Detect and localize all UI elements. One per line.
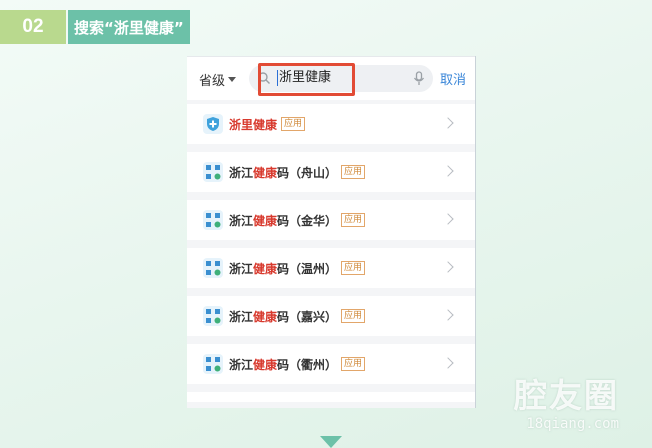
chevron-right-icon <box>442 213 454 225</box>
result-row[interactable]: 浙江 健康 码（金华） 应用 <box>187 200 475 240</box>
result-label: 浙江 健康 码（温州） 应用 <box>229 260 366 277</box>
app-tag: 应用 <box>341 309 366 323</box>
watermark: 腔友圈 18qiang.com <box>514 376 619 432</box>
result-label: 浙江 健康 码（嘉兴） 应用 <box>229 308 366 325</box>
province-selector[interactable]: 省级 <box>199 70 237 89</box>
result-row[interactable]: 浙江 健康 码（嘉兴） 应用 <box>187 296 475 336</box>
result-row[interactable]: 浙江 健康 码（舟山） 应用 <box>187 152 475 192</box>
caret-down-icon <box>228 77 237 82</box>
result-row[interactable]: 浙江 健康 码（衢州） 应用 <box>187 344 475 384</box>
shield-plus-icon <box>203 114 223 134</box>
chevron-right-icon <box>442 165 454 177</box>
result-label: 浙江 健康 码（金华） 应用 <box>229 212 366 229</box>
step-number: 02 <box>0 10 66 44</box>
qr-code-icon <box>203 306 223 326</box>
match-highlight: 健康 <box>253 165 278 180</box>
step-title: 搜索“浙里健康” <box>68 10 190 44</box>
chevron-right-icon <box>442 117 454 129</box>
chevron-right-icon <box>442 357 454 369</box>
watermark-logo-text: 腔友圈 <box>514 376 619 415</box>
qr-code-icon <box>203 258 223 278</box>
annotation-highlight-box <box>258 63 355 96</box>
qr-code-icon <box>203 162 223 182</box>
result-row[interactable]: 浙江 健康 码（温州） 应用 <box>187 248 475 288</box>
phone-screenshot: 省级 浙里健康 取消 浙里健康 应用 浙江 健康 码（舟山） 应用 浙江 健康 … <box>187 56 476 408</box>
app-tag: 应用 <box>341 213 366 227</box>
result-label: 浙江 健康 码（舟山） 应用 <box>229 164 366 181</box>
step-header: 02 搜索“浙里健康” <box>0 10 190 44</box>
match-highlight: 健康 <box>253 309 278 324</box>
microphone-icon[interactable] <box>413 71 425 86</box>
app-tag: 应用 <box>341 261 366 275</box>
app-tag: 应用 <box>281 117 306 131</box>
result-label: 浙江 健康 码（衢州） 应用 <box>229 356 366 373</box>
watermark-url: 18qiang.com <box>526 416 619 432</box>
qr-code-icon <box>203 210 223 230</box>
app-tag: 应用 <box>341 357 366 371</box>
match-highlight: 健康 <box>253 357 278 372</box>
match-highlight: 浙里健康 <box>229 117 278 132</box>
qr-code-icon <box>203 354 223 374</box>
search-bar: 省级 浙里健康 取消 <box>187 56 475 100</box>
result-row[interactable]: 浙里健康 应用 <box>187 104 475 144</box>
cancel-button[interactable]: 取消 <box>440 69 466 88</box>
province-label: 省级 <box>199 74 226 89</box>
arrow-down-icon <box>320 436 342 448</box>
match-highlight: 健康 <box>253 261 278 276</box>
result-label: 浙里健康 应用 <box>229 116 306 133</box>
result-row-partial <box>187 392 475 402</box>
match-highlight: 健康 <box>253 213 278 228</box>
chevron-right-icon <box>442 309 454 321</box>
search-results-list: 浙里健康 应用 浙江 健康 码（舟山） 应用 浙江 健康 码（金华） 应用 浙江… <box>187 104 475 402</box>
chevron-right-icon <box>442 261 454 273</box>
app-tag: 应用 <box>341 165 366 179</box>
